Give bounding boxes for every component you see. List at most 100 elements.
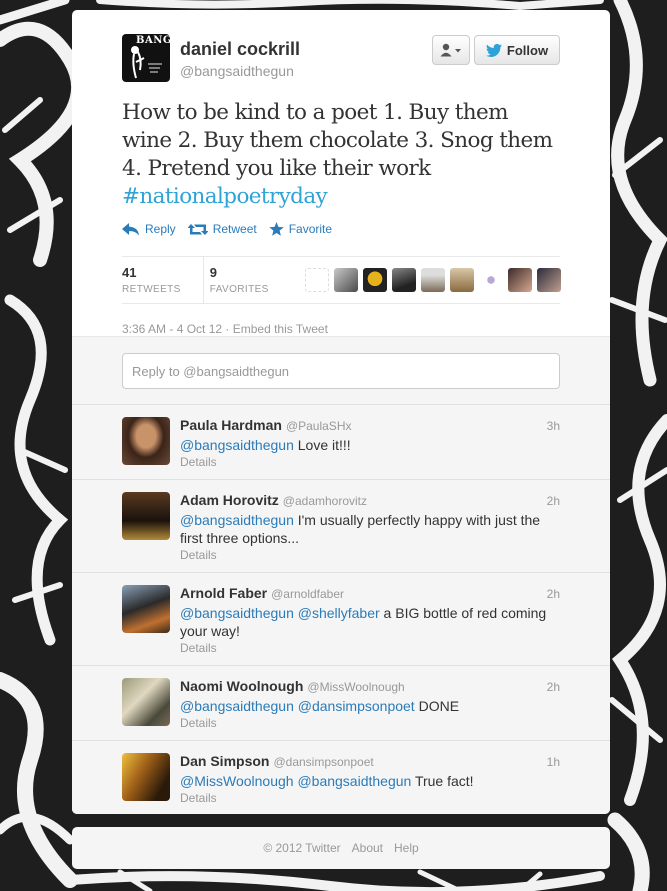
reply-text: @bangsaidthegun @shellyfaber a BIG bottl… [180,604,560,640]
retweet-icon [187,223,208,235]
reply-body: Arnold Faber @arnoldfaber 2h @bangsaidth… [180,585,560,665]
retweeter-avatar[interactable] [333,268,358,292]
reply-placeholder: Reply to @bangsaidthegun [132,363,290,379]
reply-author-handle[interactable]: @adamhorovitz [283,494,367,508]
favorites-stat[interactable]: 9 FAVORITES [202,257,291,303]
favorite-label: Favorite [288,222,333,236]
reply-header: Adam Horovitz @adamhorovitz 2h [180,492,560,508]
reply-text: @bangsaidthegun I'm usually perfectly ha… [180,511,560,547]
meta-separator: · [222,322,233,336]
reply-input[interactable]: Reply to @bangsaidthegun [122,353,560,389]
reply-arrow-icon [122,222,139,235]
reply-avatar[interactable] [122,492,170,540]
reply-author-name[interactable]: Adam Horovitz [180,492,279,508]
reply-details-link[interactable]: Details [180,455,560,469]
retweeter-avatar[interactable] [362,268,387,292]
retweets-stat[interactable]: 41 RETWEETS [122,257,203,303]
tweet-timestamp[interactable]: 3:36 AM - 4 Oct 12 [122,322,222,336]
reply-body: Paula Hardman @PaulaSHx 3h @bangsaidtheg… [180,417,560,479]
reply-item[interactable]: Dan Simpson @dansimpsonpoet 1h @MissWool… [72,740,610,814]
retweeter-avatar[interactable] [449,268,474,292]
reply-body: Naomi Woolnough @MissWoolnough 2h @bangs… [180,678,560,740]
reply-avatar[interactable] [122,678,170,726]
reply-author-name[interactable]: Naomi Woolnough [180,678,303,694]
favorite-action[interactable]: Favorite [269,222,332,236]
reply-time[interactable]: 3h [547,419,560,433]
reply-item[interactable]: Naomi Woolnough @MissWoolnough 2h @bangs… [72,665,610,740]
reply-item[interactable]: Paula Hardman @PaulaSHx 3h @bangsaidtheg… [72,404,610,479]
reply-header: Arnold Faber @arnoldfaber 2h [180,585,560,601]
reply-time[interactable]: 1h [547,755,560,769]
author-handle[interactable]: @bangsaidthegun [180,63,300,79]
reply-message: True fact! [411,773,474,789]
reply-text: @bangsaidthegun @dansimpsonpoet DONE [180,697,560,715]
footer-copyright: © 2012 Twitter [263,841,341,855]
user-dropdown-icon [440,43,461,57]
author-avatar[interactable]: BANG [122,34,170,82]
reply-message: DONE [414,698,460,714]
reply-author-name[interactable]: Arnold Faber [180,585,267,601]
retweets-label: RETWEETS [122,284,181,295]
favorites-count: 9 [209,265,217,280]
reply-time[interactable]: 2h [547,680,560,694]
tweet-stats: 41 RETWEETS 9 FAVORITES [122,256,561,304]
reply-time[interactable]: 2h [547,494,560,508]
retweeter-avatar[interactable] [304,268,329,292]
reply-author-handle[interactable]: @MissWoolnough [307,680,404,694]
reply-author-name[interactable]: Dan Simpson [180,753,269,769]
reply-body: Dan Simpson @dansimpsonpoet 1h @MissWool… [180,753,560,814]
reply-text: @bangsaidthegun Love it!!! [180,436,560,454]
author-name[interactable]: daniel cockrill [180,39,300,60]
reply-avatar[interactable] [122,417,170,465]
retweeter-avatar[interactable] [507,268,532,292]
retweeter-avatar[interactable] [536,268,561,292]
tweet-card: BANG daniel cockrill @bangsaidthegun Fol… [72,10,610,814]
reply-mentions[interactable]: @bangsaidthegun [180,512,294,528]
header-buttons: Follow [432,35,560,65]
reply-avatar[interactable] [122,753,170,801]
replies-list: Paula Hardman @PaulaSHx 3h @bangsaidtheg… [72,404,610,814]
embed-tweet-link[interactable]: Embed this Tweet [233,322,328,336]
retweet-action[interactable]: Retweet [187,222,257,236]
author-names: daniel cockrill @bangsaidthegun [180,39,300,79]
reply-header: Paula Hardman @PaulaSHx 3h [180,417,560,433]
reply-mentions[interactable]: @bangsaidthegun @dansimpsonpoet [180,698,415,714]
reply-header: Dan Simpson @dansimpsonpoet 1h [180,753,560,769]
retweeter-avatar[interactable] [478,268,503,292]
tweet-actions: Reply Retweet Favorite [122,222,560,236]
retweeter-avatar[interactable] [420,268,445,292]
reply-item[interactable]: Adam Horovitz @adamhorovitz 2h @bangsaid… [72,479,610,572]
reply-author-name[interactable]: Paula Hardman [180,417,282,433]
follow-button[interactable]: Follow [474,35,560,65]
reply-author-handle[interactable]: @PaulaSHx [286,419,352,433]
reply-item[interactable]: Arnold Faber @arnoldfaber 2h @bangsaidth… [72,572,610,665]
avatar-illustration [131,46,162,79]
retweeter-avatar[interactable] [391,268,416,292]
footer-about-link[interactable]: About [352,841,383,855]
retweets-count: 41 [122,265,137,280]
reply-body: Adam Horovitz @adamhorovitz 2h @bangsaid… [180,492,560,572]
twitter-bird-icon [485,43,502,57]
tweet-hashtag[interactable]: #nationalpoetryday [122,184,328,209]
reply-action[interactable]: Reply [122,222,176,236]
reply-mentions[interactable]: @bangsaidthegun [180,437,294,453]
reply-box: Reply to @bangsaidthegun [72,336,610,404]
tweet-header: BANG daniel cockrill @bangsaidthegun Fol… [122,34,560,90]
reply-avatar[interactable] [122,585,170,633]
retweet-label: Retweet [212,222,257,236]
user-actions-button[interactable] [432,35,470,65]
reply-details-link[interactable]: Details [180,641,560,655]
footer-help-link[interactable]: Help [394,841,419,855]
retweeter-avatars [304,268,561,292]
reply-details-link[interactable]: Details [180,716,560,730]
tweet-text: How to be kind to a poet 1. Buy them win… [122,99,560,211]
follow-label: Follow [506,42,549,58]
reply-mentions[interactable]: @MissWoolnough @bangsaidthegun [180,773,411,789]
reply-author-handle[interactable]: @dansimpsonpoet [273,755,373,769]
reply-time[interactable]: 2h [547,587,560,601]
reply-author-handle[interactable]: @arnoldfaber [271,587,344,601]
reply-details-link[interactable]: Details [180,548,560,562]
reply-details-link[interactable]: Details [180,791,560,805]
reply-header: Naomi Woolnough @MissWoolnough 2h [180,678,560,694]
reply-mentions[interactable]: @bangsaidthegun @shellyfaber [180,605,380,621]
